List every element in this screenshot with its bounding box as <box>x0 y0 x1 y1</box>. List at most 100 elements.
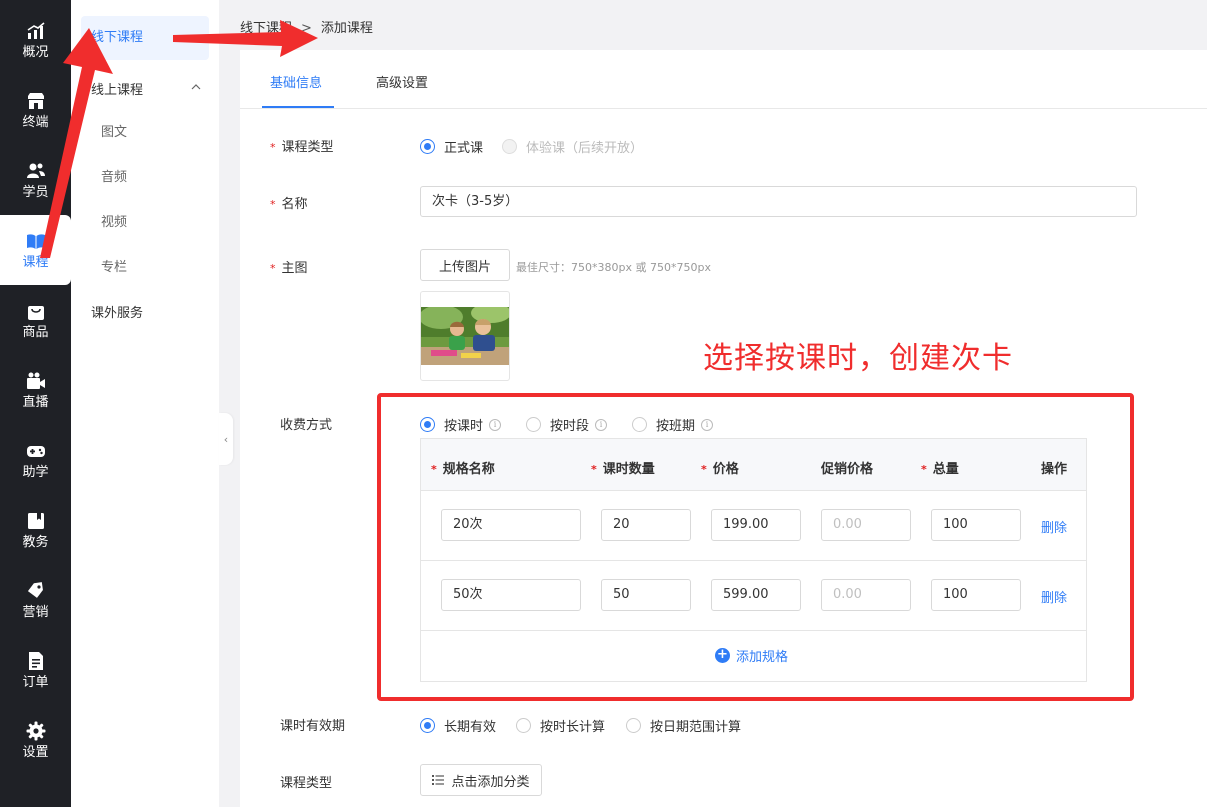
rail-label: 订单 <box>22 674 49 690</box>
folder-icon <box>26 511 46 531</box>
table-row: 50次 50 599.00 0.00 100 删除 <box>421 561 1086 631</box>
info-icon: i <box>489 418 502 431</box>
tab-basic-info[interactable]: 基础信息 <box>270 72 322 91</box>
breadcrumb-separator: > <box>301 21 312 36</box>
course-subnav: 线下课程 线上课程 图文 音频 视频 专栏 课外服务 <box>71 0 219 807</box>
rail-item-orders[interactable]: 订单 <box>0 635 71 705</box>
rail-label: 商品 <box>22 324 49 340</box>
course-name-input[interactable]: 次卡（3-5岁） <box>420 186 1137 217</box>
breadcrumb: 线下课程 > 添加课程 <box>240 17 373 36</box>
video-camera-icon <box>26 371 46 391</box>
col-promo-price: 促销价格 <box>821 462 874 477</box>
charge-method-label: 收费方式 <box>280 418 333 433</box>
chevron-up-icon <box>191 84 201 90</box>
rail-item-academic[interactable]: 教务 <box>0 495 71 565</box>
radio-trial-course: 体验课（后续开放） <box>502 137 643 156</box>
radio-by-lesson[interactable]: 按课时 i <box>420 415 502 434</box>
breadcrumb-current: 添加课程 <box>320 21 373 36</box>
chart-trend-icon <box>26 21 46 41</box>
add-spec-label: 添加规格 <box>736 650 789 665</box>
radio-by-date-range[interactable]: 按日期范围计算 <box>626 716 741 735</box>
users-icon <box>26 161 46 181</box>
chevron-left-icon: ‹ <box>223 432 229 446</box>
table-row: 20次 20 199.00 0.00 100 删除 <box>421 491 1086 561</box>
rail-label: 设置 <box>22 744 49 760</box>
radio-by-period[interactable]: 按时段 i <box>526 415 608 434</box>
info-icon: i <box>701 418 714 431</box>
spec-table: * 规格名称 * 课时数量 * 价格 促销价格 * 总量 操作 20次 20 199.0… <box>420 438 1087 682</box>
radio-long-term[interactable]: 长期有效 <box>420 716 496 735</box>
promo-price-input[interactable]: 0.00 <box>821 579 911 611</box>
main-nav-rail: 概况 终端 学员 课程 商品 直播 助学 教务 营销 订单 设置 <box>0 0 71 807</box>
rail-item-terminal[interactable]: 终端 <box>0 75 71 145</box>
tab-active-indicator <box>262 106 334 108</box>
spec-table-header: * 规格名称 * 课时数量 * 价格 促销价格 * 总量 操作 <box>421 439 1086 491</box>
validity-label: 课时有效期 <box>280 719 346 734</box>
tab-advanced-settings[interactable]: 高级设置 <box>376 72 428 91</box>
category-label: 课程类型 <box>280 776 333 791</box>
upload-image-button[interactable]: 上传图片 <box>420 249 510 281</box>
spec-name-input[interactable]: 20次 <box>441 509 581 541</box>
subnav-item-audio[interactable]: 音频 <box>101 166 161 185</box>
rail-item-overview[interactable]: 概况 <box>0 5 71 75</box>
subnav-extracurricular[interactable]: 课外服务 <box>91 302 191 321</box>
add-category-label: 点击添加分类 <box>451 774 530 790</box>
rail-label: 概况 <box>22 44 49 60</box>
promo-price-input[interactable]: 0.00 <box>821 509 911 541</box>
rail-label: 课程 <box>22 254 49 270</box>
add-category-button[interactable]: 点击添加分类 <box>420 764 542 796</box>
gear-icon <box>26 721 46 741</box>
add-course-card: 基础信息 高级设置 * 课程类型 正式课 体验课（后续开放） * 名称 次卡（3-5… <box>240 50 1207 807</box>
sidebar-collapse-handle[interactable]: ‹ <box>219 413 233 465</box>
total-input[interactable]: 100 <box>931 509 1021 541</box>
rail-item-goods[interactable]: 商品 <box>0 285 71 355</box>
info-icon: i <box>595 418 608 431</box>
col-total: * 总量 <box>921 462 959 477</box>
delete-spec-link[interactable]: 删除 <box>1041 517 1067 536</box>
course-photo-image <box>421 307 509 365</box>
tag-icon <box>26 581 46 601</box>
add-spec-button[interactable]: + 添加规格 <box>715 646 788 665</box>
radio-formal-course[interactable]: 正式课 <box>420 137 483 156</box>
rail-label: 助学 <box>22 464 49 480</box>
rail-label: 直播 <box>22 394 49 410</box>
gamepad-icon <box>26 441 46 461</box>
rail-item-live[interactable]: 直播 <box>0 355 71 425</box>
list-icon <box>432 775 445 785</box>
radio-by-duration[interactable]: 按时长计算 <box>516 716 605 735</box>
rail-label: 营销 <box>22 604 49 620</box>
tab-bar: 基础信息 高级设置 <box>240 50 1207 109</box>
annotation-text: 选择按课时，创建次卡 <box>703 341 1013 376</box>
subnav-online-label: 线上课程 <box>91 83 144 98</box>
col-price: * 价格 <box>701 462 739 477</box>
rail-item-study-aid[interactable]: 助学 <box>0 425 71 495</box>
name-label: * 名称 <box>270 197 308 212</box>
breadcrumb-parent[interactable]: 线下课程 <box>240 21 292 36</box>
course-image-thumbnail[interactable] <box>420 291 510 381</box>
rail-item-students[interactable]: 学员 <box>0 145 71 215</box>
course-type-label: * 课程类型 <box>270 140 334 155</box>
main-image-label: * 主图 <box>270 261 308 276</box>
rail-item-courses[interactable]: 课程 <box>0 215 71 285</box>
rail-label: 教务 <box>22 534 49 550</box>
rail-item-settings[interactable]: 设置 <box>0 705 71 775</box>
spec-name-input[interactable]: 50次 <box>441 579 581 611</box>
rail-item-marketing[interactable]: 营销 <box>0 565 71 635</box>
subnav-item-graphic[interactable]: 图文 <box>101 121 161 140</box>
lesson-count-input[interactable]: 20 <box>601 509 691 541</box>
subnav-item-video[interactable]: 视频 <box>101 211 161 230</box>
col-action: 操作 <box>1041 462 1068 477</box>
price-input[interactable]: 599.00 <box>711 579 801 611</box>
document-icon <box>26 651 46 671</box>
rail-label: 终端 <box>22 114 49 130</box>
subnav-online-courses[interactable]: 线上课程 <box>91 79 211 98</box>
price-input[interactable]: 199.00 <box>711 509 801 541</box>
store-icon <box>26 91 46 111</box>
total-input[interactable]: 100 <box>931 579 1021 611</box>
subnav-offline-courses[interactable]: 线下课程 <box>81 16 209 60</box>
col-lesson-count: * 课时数量 <box>591 462 655 477</box>
delete-spec-link[interactable]: 删除 <box>1041 587 1067 606</box>
radio-by-class-term[interactable]: 按班期 i <box>632 415 714 434</box>
subnav-item-column[interactable]: 专栏 <box>101 256 161 275</box>
lesson-count-input[interactable]: 50 <box>601 579 691 611</box>
